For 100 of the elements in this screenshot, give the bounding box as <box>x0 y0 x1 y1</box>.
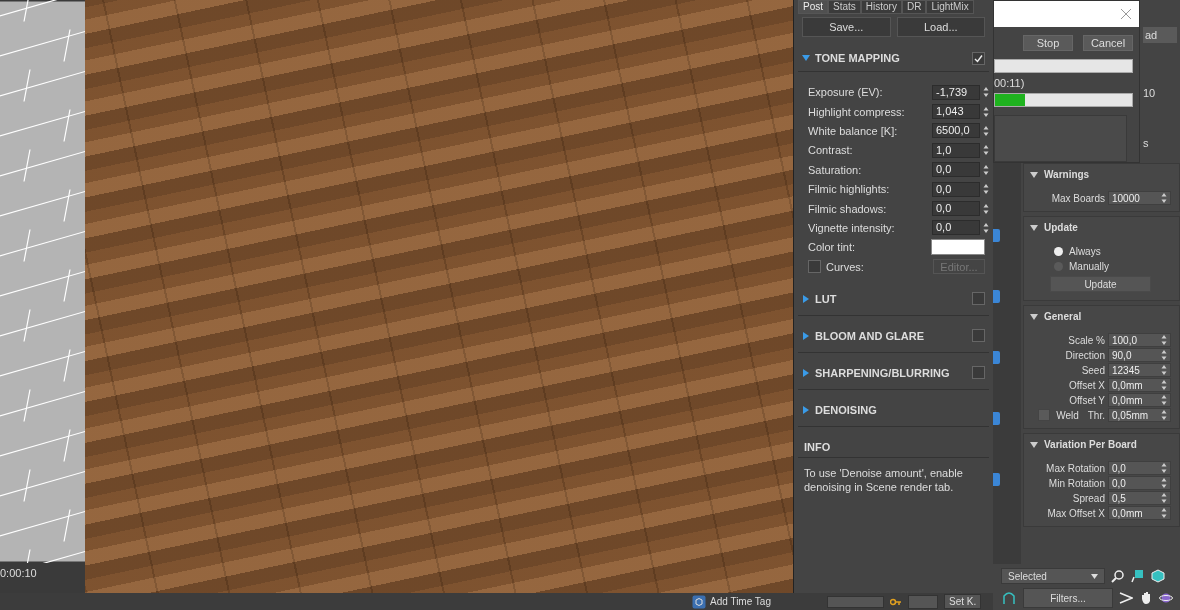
toggle-button[interactable] <box>993 412 1000 425</box>
search-icon[interactable] <box>1111 569 1125 583</box>
rollout-title[interactable]: Warnings <box>1044 169 1090 180</box>
close-icon[interactable] <box>1121 9 1131 19</box>
toggle-button[interactable] <box>993 473 1000 486</box>
expand-triangle-icon[interactable] <box>802 368 810 377</box>
section-header[interactable]: DENOISING <box>798 393 989 427</box>
number-field[interactable]: 0,0mm <box>1108 393 1171 407</box>
spinner-arrows-icon[interactable] <box>1161 364 1167 376</box>
field-label: Max Boards <box>1051 192 1105 204</box>
spinner-arrows-icon[interactable] <box>1161 492 1167 504</box>
spinner-arrows-icon[interactable] <box>983 124 989 137</box>
number-field[interactable]: 10000 <box>1108 191 1171 205</box>
number-field[interactable]: 0,0 <box>932 162 980 178</box>
section-header[interactable]: TONE MAPPING <box>798 45 989 72</box>
tab[interactable]: Stats <box>828 0 861 14</box>
spinner-arrows-icon[interactable] <box>1161 409 1167 421</box>
selection-dropdown[interactable]: Selected <box>1001 568 1105 584</box>
tab[interactable]: DR <box>901 0 927 14</box>
number-field[interactable]: 90,0 <box>1108 348 1171 362</box>
dialog-button[interactable]: Stop <box>1023 35 1073 51</box>
expand-triangle-icon[interactable] <box>802 331 810 340</box>
field-label: Color tint: <box>808 241 857 254</box>
key-icon[interactable] <box>889 596 902 607</box>
rollout-title[interactable]: General <box>1044 311 1082 322</box>
checkbox[interactable] <box>972 292 985 306</box>
section-header[interactable]: LUT <box>798 282 989 316</box>
number-field[interactable]: 6500,0 <box>932 123 980 139</box>
caret-icon[interactable] <box>1091 573 1098 579</box>
collapse-triangle-icon[interactable] <box>1030 312 1038 321</box>
collapse-triangle-icon[interactable] <box>1030 170 1038 179</box>
dialog-button[interactable]: Cancel <box>1083 35 1133 51</box>
hand-icon[interactable] <box>1139 591 1153 605</box>
expand-triangle-icon[interactable] <box>802 405 810 414</box>
number-field[interactable]: -1,739 <box>932 84 980 100</box>
set-key-button[interactable]: Set K. <box>943 594 982 609</box>
filters-button[interactable]: Filters... <box>1023 588 1113 608</box>
number-field[interactable]: 1,043 <box>932 104 980 120</box>
rollout-title[interactable]: Variation Per Board <box>1044 439 1137 450</box>
spinner-arrows-icon[interactable] <box>1161 192 1167 204</box>
tab[interactable]: LightMix <box>926 0 974 14</box>
spinner-arrows-icon[interactable] <box>983 144 989 157</box>
collapse-triangle-icon[interactable] <box>802 54 810 62</box>
update-button[interactable]: Update <box>1050 276 1151 292</box>
tag-icon[interactable] <box>692 594 706 609</box>
number-field[interactable]: 0,0 <box>932 181 980 197</box>
spinner-arrows-icon[interactable] <box>983 221 989 234</box>
spinner-arrows-icon[interactable] <box>1161 462 1167 474</box>
number-field[interactable]: 0,0 <box>1108 476 1171 490</box>
color-swatch[interactable] <box>931 239 985 256</box>
spinner-arrows-icon[interactable] <box>983 163 989 176</box>
tab[interactable]: History <box>860 0 902 14</box>
spinner-arrows-icon[interactable] <box>983 183 989 196</box>
checkbox[interactable] <box>808 260 821 274</box>
number-field[interactable]: 12345 <box>1108 363 1171 377</box>
spinner-arrows-icon[interactable] <box>983 105 989 118</box>
checkbox[interactable] <box>972 329 985 343</box>
field-label: Offset Y <box>1069 394 1105 406</box>
number-field[interactable]: 0,5 <box>1108 491 1171 505</box>
spinner-arrows-icon[interactable] <box>1161 379 1167 391</box>
cube-icon[interactable] <box>1151 569 1165 583</box>
rollout-title[interactable]: Update <box>1044 222 1078 233</box>
walkthrough-icon[interactable] <box>1001 590 1017 606</box>
toggle-button[interactable] <box>993 290 1000 303</box>
orbit-icon[interactable] <box>1159 591 1173 605</box>
file-button[interactable]: Load... <box>896 17 985 37</box>
checkbox[interactable] <box>972 51 985 65</box>
spinner-arrows-icon[interactable] <box>1161 507 1167 519</box>
radio-button[interactable] <box>1054 246 1063 256</box>
spinner-arrows-icon[interactable] <box>1161 349 1167 361</box>
section-header[interactable]: SHARPENING/BLURRING <box>798 356 989 390</box>
number-field[interactable]: 0,0 <box>932 220 980 236</box>
partial-button[interactable]: ad <box>1143 27 1177 43</box>
add-time-tag-label[interactable]: Add Time Tag <box>710 596 771 607</box>
expand-triangle-icon[interactable] <box>802 294 810 303</box>
number-field[interactable]: 0,05mm <box>1108 408 1171 422</box>
number-field[interactable]: 100,0 <box>1108 333 1171 347</box>
number-field[interactable]: 0,0 <box>932 201 980 217</box>
section-header[interactable]: BLOOM AND GLARE <box>798 319 989 353</box>
toggle-button[interactable] <box>993 229 1000 242</box>
number-field[interactable]: 0,0 <box>1108 461 1171 475</box>
field-label: Max Rotation <box>1046 462 1105 474</box>
collapse-triangle-icon[interactable] <box>1030 223 1038 232</box>
spinner-arrows-icon[interactable] <box>1161 334 1167 346</box>
number-field[interactable]: 0,0mm <box>1108 378 1171 392</box>
number-field[interactable]: 0,0mm <box>1108 506 1171 520</box>
field-label: Vignette intensity: <box>808 221 896 234</box>
checkbox[interactable] <box>972 366 985 380</box>
field-of-view-icon[interactable] <box>1119 591 1133 605</box>
file-button[interactable]: Save... <box>802 17 891 37</box>
number-field[interactable]: 1,0 <box>932 142 980 158</box>
spinner-arrows-icon[interactable] <box>1161 477 1167 489</box>
zoom-extents-icon[interactable] <box>1131 569 1145 583</box>
toggle-button[interactable] <box>993 351 1000 364</box>
spinner-arrows-icon[interactable] <box>983 86 989 99</box>
spinner-arrows-icon[interactable] <box>1161 394 1167 406</box>
tab[interactable]: Post <box>798 0 828 14</box>
field-label: Contrast: <box>808 144 854 157</box>
spinner-arrows-icon[interactable] <box>983 202 989 215</box>
collapse-triangle-icon[interactable] <box>1030 440 1038 449</box>
